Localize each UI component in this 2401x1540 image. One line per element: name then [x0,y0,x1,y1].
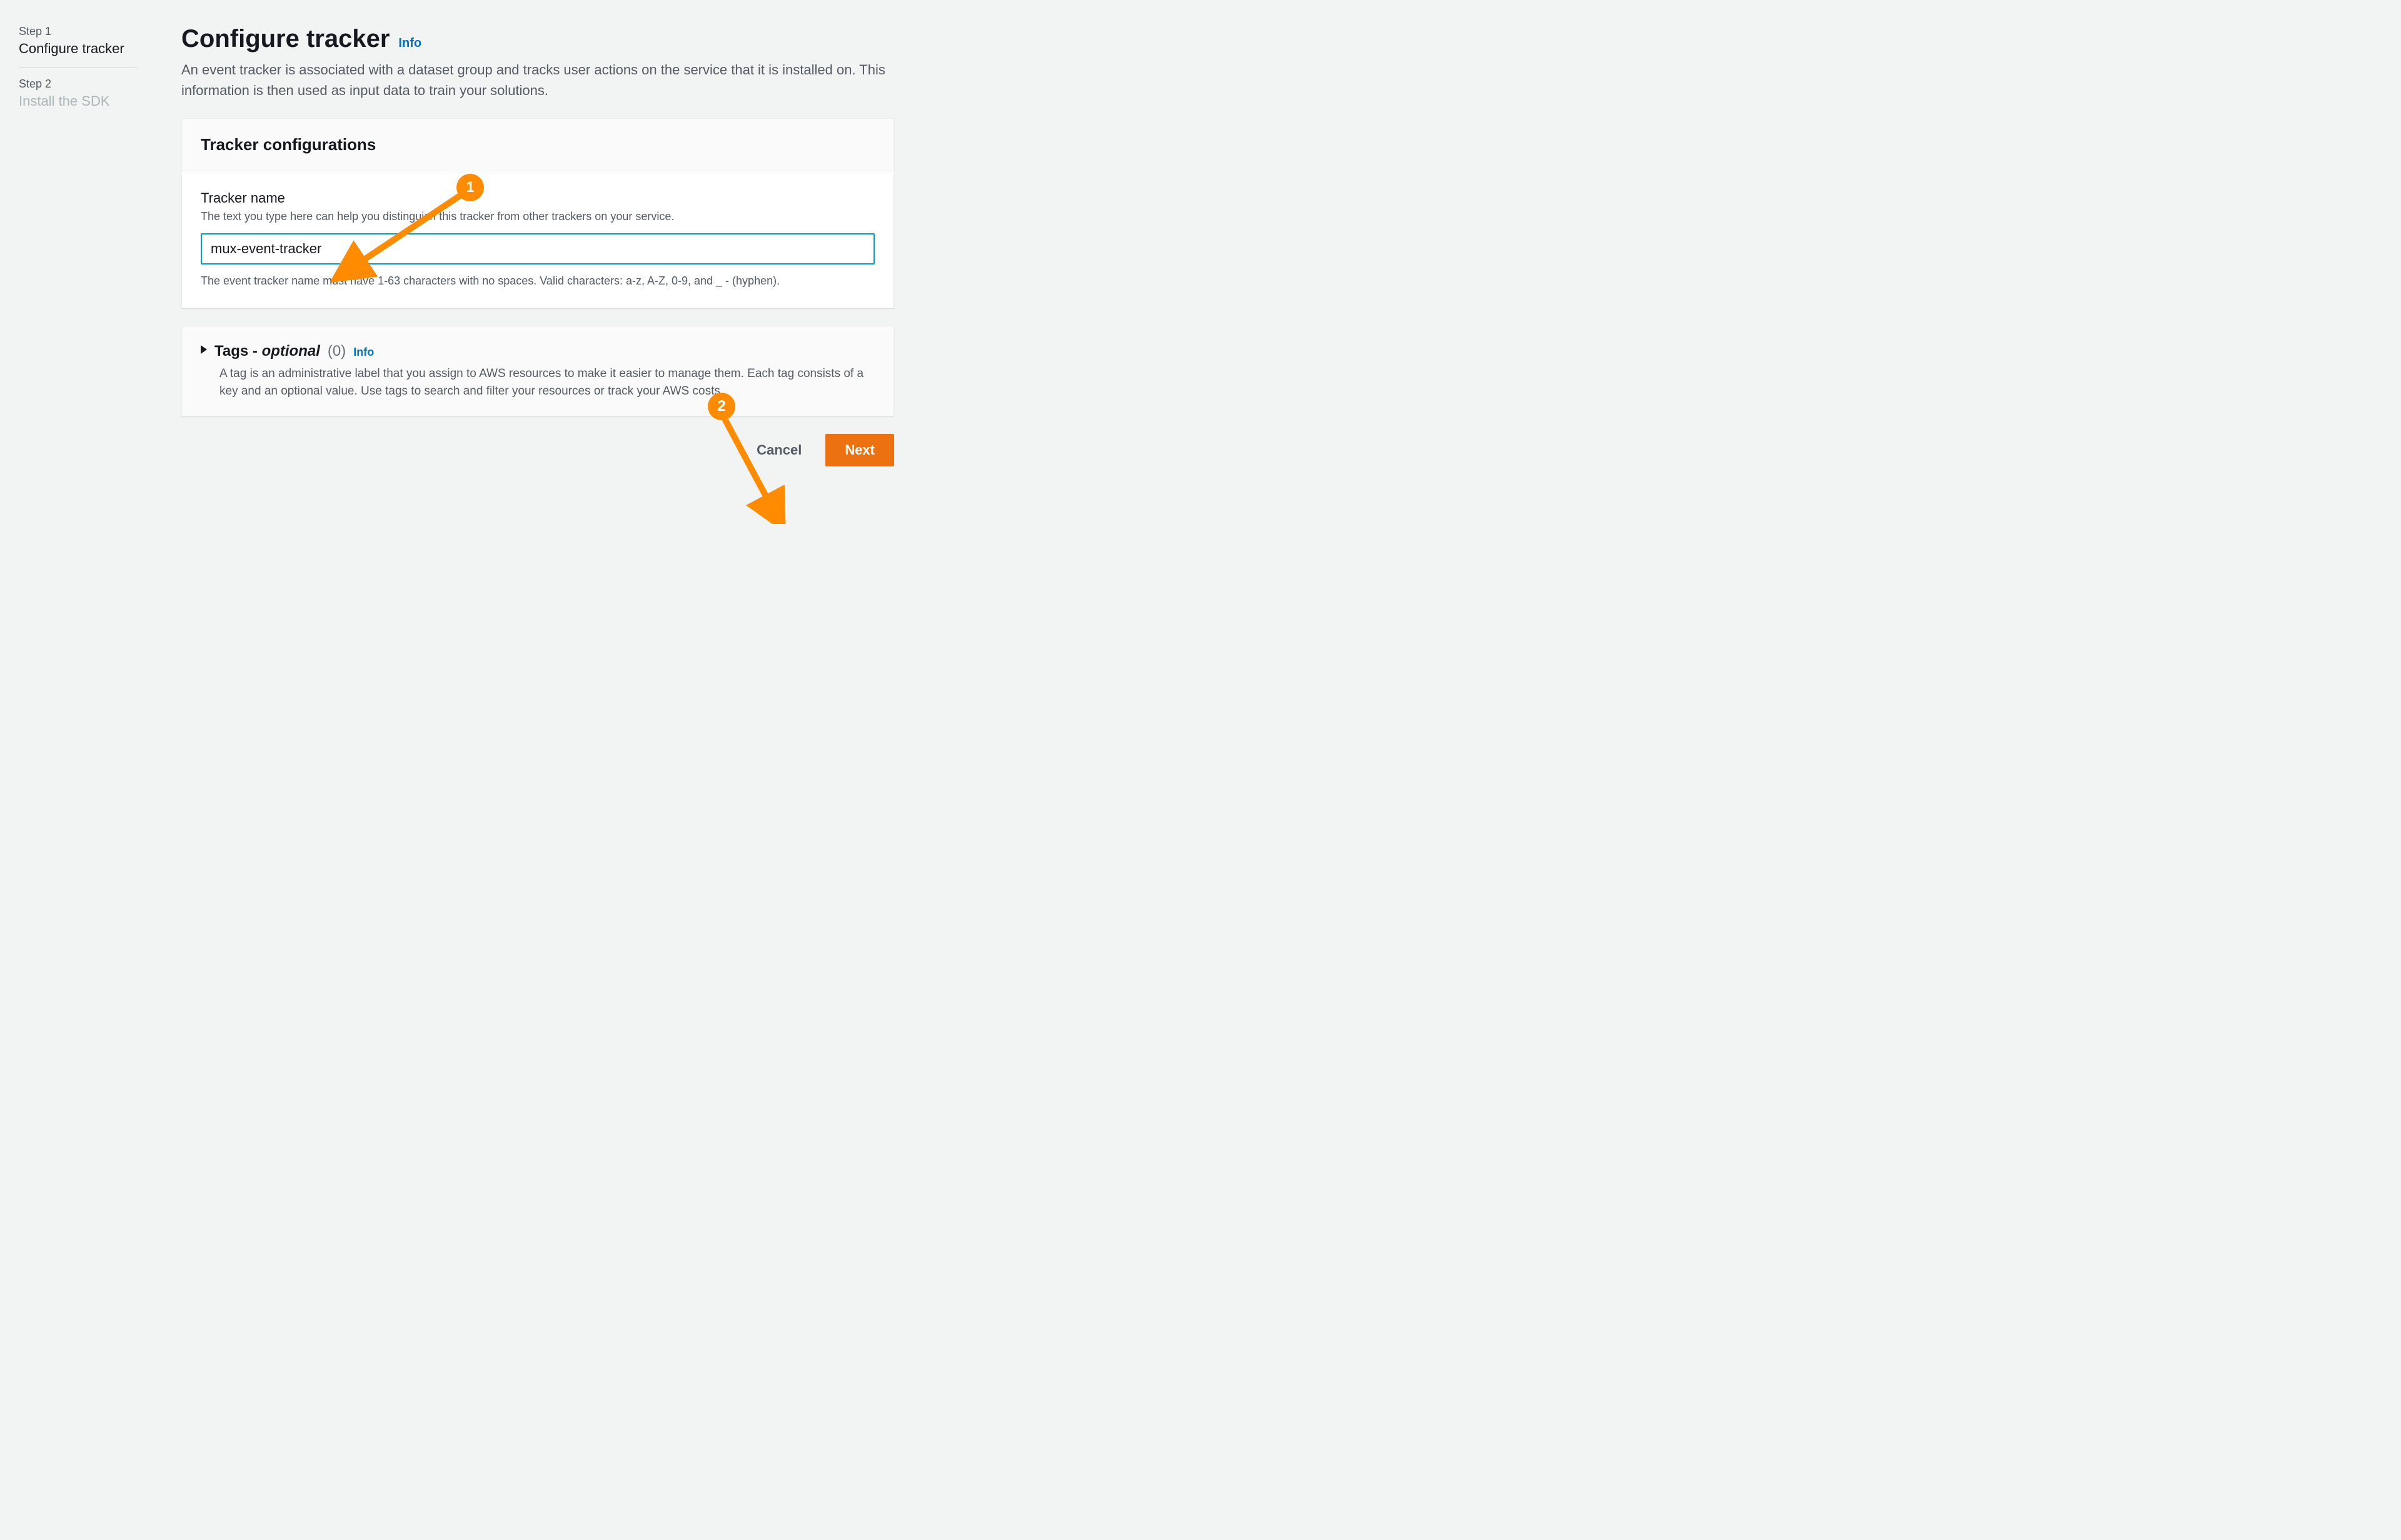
page-header: Configure tracker Info An event tracker … [181,25,894,101]
wizard-step-2[interactable]: Step 2 Install the SDK [19,78,144,109]
tags-description: A tag is an administrative label that yo… [219,365,875,400]
tracker-name-constraint: The event tracker name must have 1-63 ch… [201,273,875,289]
annotation-badge-2: 2 [708,393,735,420]
wizard-button-row: Cancel Next [181,434,894,466]
wizard-step-1[interactable]: Step 1 Configure tracker [19,25,144,57]
step-number: Step 2 [19,78,144,91]
tags-info-link[interactable]: Info [353,346,374,359]
step-number: Step 1 [19,25,144,38]
caret-right-icon [201,345,207,354]
tags-title-optional: optional [262,343,320,360]
info-link[interactable]: Info [398,36,421,51]
tracker-name-help: The text you type here can help you dist… [201,209,875,224]
tracker-config-panel: Tracker configurations Tracker name The … [181,118,894,308]
next-button[interactable]: Next [825,434,894,466]
panel-header: Tracker configurations [182,119,893,171]
tags-count: (0) [328,343,346,360]
annotation-badge-1: 1 [456,174,484,201]
tags-title-prefix: Tags - [214,343,262,360]
tracker-name-input[interactable] [201,233,875,264]
step-title: Configure tracker [19,41,144,57]
step-divider [19,67,138,68]
tags-panel: Tags - optional (0) Info A tag is an adm… [181,326,894,416]
page-title: Configure tracker [181,25,390,53]
cancel-button[interactable]: Cancel [745,435,813,466]
tracker-name-label: Tracker name [201,190,875,206]
wizard-steps-sidebar: Step 1 Configure tracker Step 2 Install … [19,25,144,466]
tags-expand-row[interactable]: Tags - optional (0) Info [201,343,875,360]
main-content: Configure tracker Info An event tracker … [181,25,894,466]
page-subtitle: An event tracker is associated with a da… [181,59,894,101]
step-title: Install the SDK [19,93,144,109]
panel-title: Tracker configurations [201,135,875,154]
